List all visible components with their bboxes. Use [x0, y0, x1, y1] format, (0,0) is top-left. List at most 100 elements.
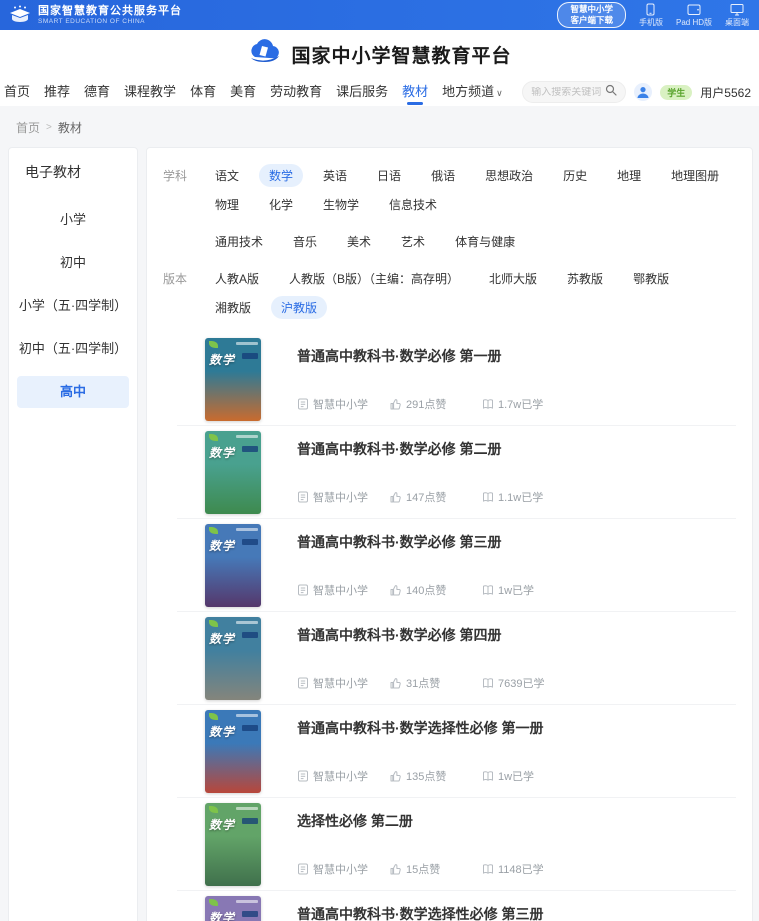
- subject-艺术[interactable]: 艺术: [391, 230, 435, 253]
- thumbs-up-icon: [390, 677, 402, 689]
- book-publisher: 智慧中小学: [313, 768, 368, 784]
- book-likes: 140点赞: [406, 582, 446, 598]
- book-cover[interactable]: 数学: [205, 803, 261, 886]
- book-title[interactable]: 普通高中教科书·数学必修 第二册: [297, 439, 736, 459]
- version-苏教版[interactable]: 苏教版: [557, 267, 613, 290]
- sidebar-item-高中[interactable]: 高中: [17, 376, 129, 408]
- subject-通用技术[interactable]: 通用技术: [205, 230, 273, 253]
- content-panel: 学科 语文数学英语日语俄语思想政治历史地理地理图册物理化学生物学信息技术 通用技…: [146, 147, 753, 921]
- publisher-doc-icon: [297, 491, 309, 503]
- book-likes: 15点赞: [406, 861, 440, 877]
- subject-化学[interactable]: 化学: [259, 193, 303, 216]
- book-list-item[interactable]: 数学 选择性必修 第二册 智慧中小学 15点赞: [177, 798, 736, 891]
- book-list-item[interactable]: 数学 普通高中教科书·数学选择性必修 第三册 智慧中小学 28点赞: [177, 891, 736, 921]
- version-沪教版[interactable]: 沪教版: [271, 296, 327, 319]
- publisher-doc-icon: [297, 677, 309, 689]
- version-北师大版[interactable]: 北师大版: [479, 267, 547, 290]
- subject-日语[interactable]: 日语: [367, 164, 411, 187]
- book-stats: 智慧中小学 15点赞 1148已学: [297, 861, 736, 877]
- book-cover[interactable]: 数学: [205, 896, 261, 921]
- book-cover[interactable]: 数学: [205, 524, 261, 607]
- subject-物理[interactable]: 物理: [205, 193, 249, 216]
- version-鄂教版[interactable]: 鄂教版: [623, 267, 679, 290]
- nav-item-教材[interactable]: 教材: [402, 79, 428, 105]
- book-publisher: 智慧中小学: [313, 489, 368, 505]
- nav-item-课程教学[interactable]: 课程教学: [124, 79, 176, 105]
- book-title[interactable]: 普通高中教科书·数学必修 第三册: [297, 532, 736, 552]
- version-人教A版[interactable]: 人教A版: [205, 267, 269, 290]
- client-phone[interactable]: 手机版: [639, 3, 663, 28]
- learned-book-icon: [482, 491, 494, 503]
- nav-item-地方频道[interactable]: 地方频道∨: [442, 79, 503, 105]
- desktop-icon: [730, 3, 744, 16]
- sidebar-item-小学（五·四学制）[interactable]: 小学（五·四学制）: [17, 290, 129, 322]
- book-list-item[interactable]: 数学 普通高中教科书·数学必修 第二册 智慧中小学 147点赞: [177, 426, 736, 519]
- book-cover[interactable]: 数学: [205, 617, 261, 700]
- thumbs-up-icon: [390, 770, 402, 782]
- book-cover[interactable]: 数学: [205, 338, 261, 421]
- book-learned-count: 1w已学: [498, 768, 534, 784]
- subject-思想政治[interactable]: 思想政治: [475, 164, 543, 187]
- book-learned-count: 7639已学: [498, 675, 544, 691]
- book-list-item[interactable]: 数学 普通高中教科书·数学选择性必修 第一册 智慧中小学 135点赞: [177, 705, 736, 798]
- book-title[interactable]: 普通高中教科书·数学必修 第四册: [297, 625, 736, 645]
- client-label: Pad HD版: [676, 17, 712, 28]
- publisher-doc-icon: [297, 398, 309, 410]
- subject-历史[interactable]: 历史: [553, 164, 597, 187]
- learned-book-icon: [482, 584, 494, 596]
- version-人教版（B版）（主编：高存明）[interactable]: 人教版（B版）（主编：高存明）: [279, 267, 469, 290]
- user-avatar[interactable]: [634, 83, 652, 101]
- book-list-item[interactable]: 数学 普通高中教科书·数学必修 第四册 智慧中小学 31点赞: [177, 612, 736, 705]
- subject-体育与健康[interactable]: 体育与健康: [445, 230, 525, 253]
- subject-语文[interactable]: 语文: [205, 164, 249, 187]
- nav-item-劳动教育[interactable]: 劳动教育: [270, 79, 322, 105]
- book-cover[interactable]: 数学: [205, 431, 261, 514]
- client-download-button[interactable]: 智慧中小学 客户端下载: [557, 2, 626, 27]
- nav-item-推荐[interactable]: 推荐: [44, 79, 70, 105]
- client-desktop[interactable]: 桌面端: [725, 3, 749, 28]
- book-title[interactable]: 选择性必修 第二册: [297, 811, 736, 831]
- phone-icon: [645, 3, 656, 16]
- subject-俄语[interactable]: 俄语: [421, 164, 465, 187]
- nav-item-美育[interactable]: 美育: [230, 79, 256, 105]
- book-list-item[interactable]: 数学 普通高中教科书·数学必修 第三册 智慧中小学 140点赞: [177, 519, 736, 612]
- subject-数学[interactable]: 数学: [259, 164, 303, 187]
- sidebar-item-小学[interactable]: 小学: [17, 204, 129, 236]
- breadcrumb-home[interactable]: 首页: [16, 119, 40, 136]
- thumbs-up-icon: [390, 491, 402, 503]
- subject-地理图册[interactable]: 地理图册: [661, 164, 729, 187]
- search-input[interactable]: [531, 87, 601, 98]
- nav-item-首页[interactable]: 首页: [4, 79, 30, 105]
- subject-信息技术[interactable]: 信息技术: [379, 193, 447, 216]
- book-learned-count: 1148已学: [498, 861, 544, 877]
- search-box[interactable]: [522, 81, 626, 103]
- topbar-brand-en: SMART EDUCATION OF CHINA: [38, 18, 182, 25]
- subject-音乐[interactable]: 音乐: [283, 230, 327, 253]
- subject-英语[interactable]: 英语: [313, 164, 357, 187]
- sidebar-item-初中[interactable]: 初中: [17, 247, 129, 279]
- book-publisher: 智慧中小学: [313, 861, 368, 877]
- topbar-brand-cn: 国家智慧教育公共服务平台: [38, 5, 182, 17]
- version-湘教版[interactable]: 湘教版: [205, 296, 261, 319]
- book-list-item[interactable]: 数学 普通高中教科书·数学必修 第一册 智慧中小学 291点赞: [177, 333, 736, 426]
- user-name[interactable]: 用户5562: [700, 84, 751, 101]
- nav-item-德育[interactable]: 德育: [84, 79, 110, 105]
- book-title[interactable]: 普通高中教科书·数学选择性必修 第三册: [297, 904, 736, 921]
- client-tablet[interactable]: Pad HD版: [676, 3, 712, 28]
- book-stats: 智慧中小学 291点赞 1.7w已学: [297, 396, 736, 412]
- subject-地理[interactable]: 地理: [607, 164, 651, 187]
- book-cover[interactable]: 数学: [205, 710, 261, 793]
- learned-book-icon: [482, 770, 494, 782]
- subject-生物学[interactable]: 生物学: [313, 193, 369, 216]
- book-title[interactable]: 普通高中教科书·数学选择性必修 第一册: [297, 718, 736, 738]
- book-stats: 智慧中小学 140点赞 1w已学: [297, 582, 736, 598]
- book-title[interactable]: 普通高中教科书·数学必修 第一册: [297, 346, 736, 366]
- nav-item-体育[interactable]: 体育: [190, 79, 216, 105]
- sidebar-item-初中（五·四学制）[interactable]: 初中（五·四学制）: [17, 333, 129, 365]
- nav-item-课后服务[interactable]: 课后服务: [336, 79, 388, 105]
- leaf-icon: [209, 806, 218, 813]
- subject-filter-label: 学科: [163, 164, 189, 184]
- subject-filter-row2: 通用技术音乐美术艺术体育与健康: [163, 230, 738, 253]
- subject-美术[interactable]: 美术: [337, 230, 381, 253]
- search-icon[interactable]: [605, 83, 617, 101]
